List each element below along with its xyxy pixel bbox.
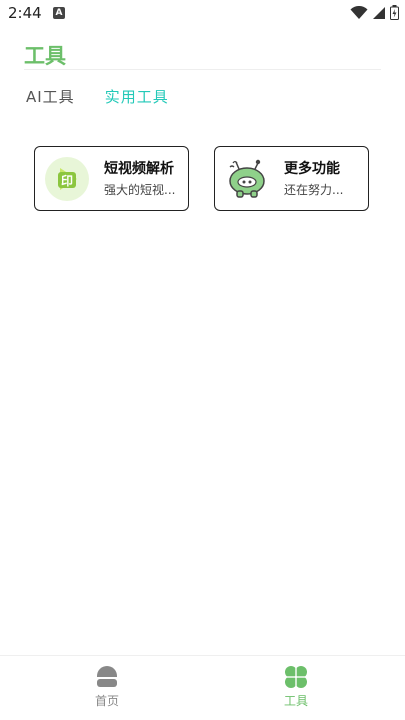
page-title: 工具	[24, 44, 66, 68]
nav-label: 工具	[283, 694, 308, 708]
tab-utility-tools[interactable]: 实用工具	[105, 86, 169, 107]
card-video-parse[interactable]: 印 短视频解析 强大的短视...	[34, 146, 189, 211]
status-bar: 2:44 A	[0, 0, 405, 28]
battery-icon	[390, 5, 399, 20]
home-icon	[97, 666, 117, 687]
card-description: 还在努力...	[284, 183, 344, 197]
status-icons	[350, 5, 399, 20]
alien-mascot-icon	[229, 159, 265, 198]
nav-label: 首页	[94, 694, 119, 708]
notification-icon: A	[53, 7, 65, 19]
tab-bar: AI工具 实用工具	[26, 86, 169, 107]
nav-home[interactable]: 首页	[77, 664, 137, 709]
card-title: 更多功能	[284, 161, 340, 177]
card-title: 短视频解析	[104, 161, 174, 177]
nav-tools[interactable]: 工具	[266, 664, 326, 709]
clover-icon	[285, 666, 307, 688]
card-description: 强大的短视...	[104, 183, 176, 197]
bottom-nav: 首页 工具	[0, 655, 405, 720]
tab-ai-tools[interactable]: AI工具	[26, 86, 75, 107]
video-parse-icon: 印	[45, 157, 89, 201]
status-time: 2:44	[8, 4, 42, 22]
svg-text:印: 印	[61, 174, 73, 188]
header-divider	[24, 69, 381, 70]
card-more-features[interactable]: 更多功能 还在努力...	[214, 146, 369, 211]
signal-icon	[373, 6, 385, 19]
wifi-icon	[350, 5, 368, 19]
